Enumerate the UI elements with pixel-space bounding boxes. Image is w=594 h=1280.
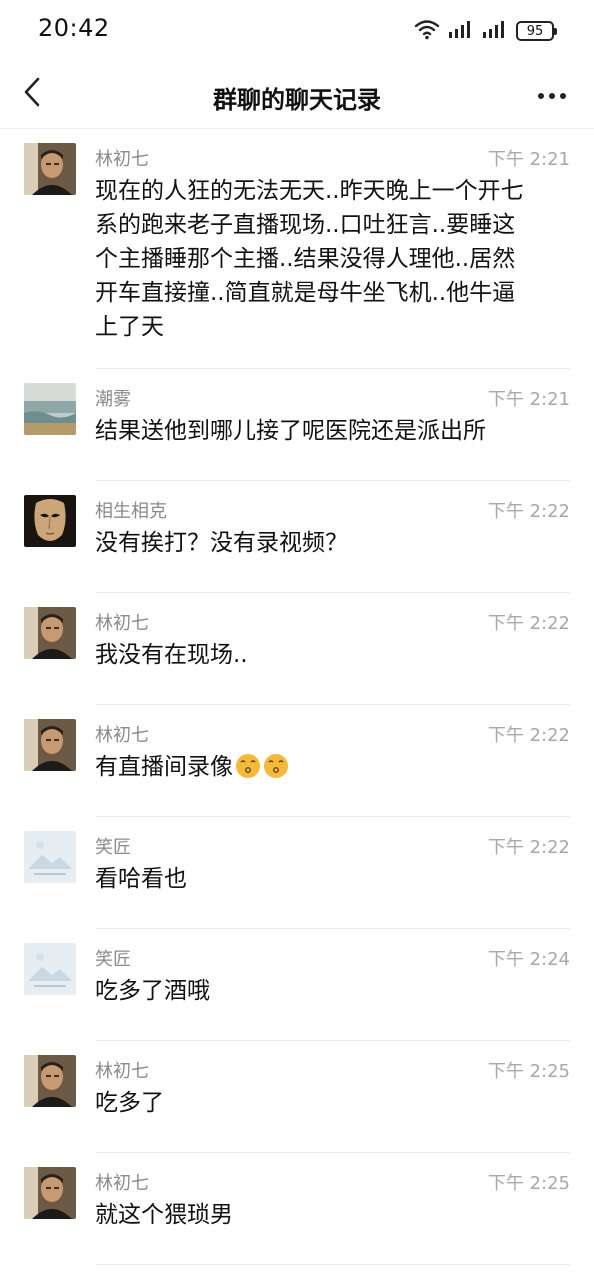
person-avatar[interactable] <box>24 1055 76 1107</box>
landscape-avatar[interactable] <box>24 383 76 435</box>
mask-avatar[interactable] <box>24 495 76 547</box>
person-avatar[interactable] <box>24 607 76 659</box>
page-title: 群聊的聊天记录 <box>213 86 381 114</box>
status-icons: 95 <box>414 18 557 44</box>
message-time: 下午 2:22 <box>487 501 570 522</box>
message-time: 下午 2:25 <box>487 1173 570 1194</box>
person-avatar[interactable] <box>24 143 76 195</box>
sender-name: 林初七 <box>95 1173 149 1194</box>
more-dots-icon <box>537 85 567 104</box>
sender-name: 林初七 <box>95 613 149 634</box>
message-item: 林初七 下午 2:22 有直播间录像 <box>0 705 594 817</box>
message-text: 就这个猥琐男 <box>95 1202 233 1228</box>
message-item: 笑匠 下午 2:22 看哈看也 <box>0 817 594 929</box>
kissing-face-emoji <box>263 753 289 779</box>
message-item: 林初七 下午 2:22 我没有在现场.. <box>0 593 594 705</box>
person-avatar[interactable] <box>24 1167 76 1219</box>
message-text: 吃多了酒哦 <box>95 978 210 1004</box>
status-bar: 20:42 95 <box>0 0 594 60</box>
message-time: 下午 2:21 <box>487 149 570 170</box>
header: 群聊的聊天记录 <box>0 60 594 129</box>
sender-name: 林初七 <box>95 149 149 170</box>
message-text: 现在的人狂的无法无天..昨天晚上一个开七 系的跑来老子直播现场..口吐狂言..要… <box>95 178 524 340</box>
message-time: 下午 2:22 <box>487 613 570 634</box>
message-text-row: 有直播间录像 <box>95 750 575 784</box>
divider <box>95 1264 570 1265</box>
placeholder-avatar[interactable] <box>24 831 76 883</box>
wifi-icon <box>414 18 440 44</box>
signal-icon-2 <box>482 19 508 43</box>
message-item: 笑匠 下午 2:24 吃多了酒哦 <box>0 929 594 1041</box>
message-time: 下午 2:22 <box>487 837 570 858</box>
sender-name: 相生相克 <box>95 501 167 522</box>
status-time: 20:42 <box>38 14 110 42</box>
message-time: 下午 2:22 <box>487 725 570 746</box>
signal-icon-1 <box>448 19 474 43</box>
message-text: 有直播间录像 <box>95 754 233 780</box>
sender-name: 林初七 <box>95 1061 149 1082</box>
battery-icon: 95 <box>516 21 557 41</box>
message-time: 下午 2:25 <box>487 1061 570 1082</box>
message-list[interactable]: 林初七 下午 2:21 现在的人狂的无法无天..昨天晚上一个开七 系的跑来老子直… <box>0 129 594 1265</box>
more-options-button[interactable] <box>534 80 570 108</box>
message-text: 我没有在现场.. <box>95 642 248 668</box>
message-time: 下午 2:21 <box>487 389 570 410</box>
message-text: 没有挨打？没有录视频？ <box>95 530 348 556</box>
message-text: 吃多了 <box>95 1090 164 1116</box>
message-text: 结果送他到哪儿接了呢医院还是派出所 <box>95 418 486 444</box>
message-item: 潮雾 下午 2:21 结果送他到哪儿接了呢医院还是派出所 <box>0 369 594 481</box>
message-time: 下午 2:24 <box>487 949 570 970</box>
person-avatar[interactable] <box>24 719 76 771</box>
sender-name: 笑匠 <box>95 837 131 858</box>
message-item: 林初七 下午 2:25 就这个猥琐男 <box>0 1153 594 1265</box>
message-item: 相生相克 下午 2:22 没有挨打？没有录视频？ <box>0 481 594 593</box>
sender-name: 笑匠 <box>95 949 131 970</box>
sender-name: 林初七 <box>95 725 149 746</box>
placeholder-avatar[interactable] <box>24 943 76 995</box>
sender-name: 潮雾 <box>95 389 131 410</box>
message-item: 林初七 下午 2:25 吃多了 <box>0 1041 594 1153</box>
kissing-face-emoji <box>235 753 261 779</box>
message-item: 林初七 下午 2:21 现在的人狂的无法无天..昨天晚上一个开七 系的跑来老子直… <box>0 129 594 369</box>
message-text: 看哈看也 <box>95 866 187 892</box>
